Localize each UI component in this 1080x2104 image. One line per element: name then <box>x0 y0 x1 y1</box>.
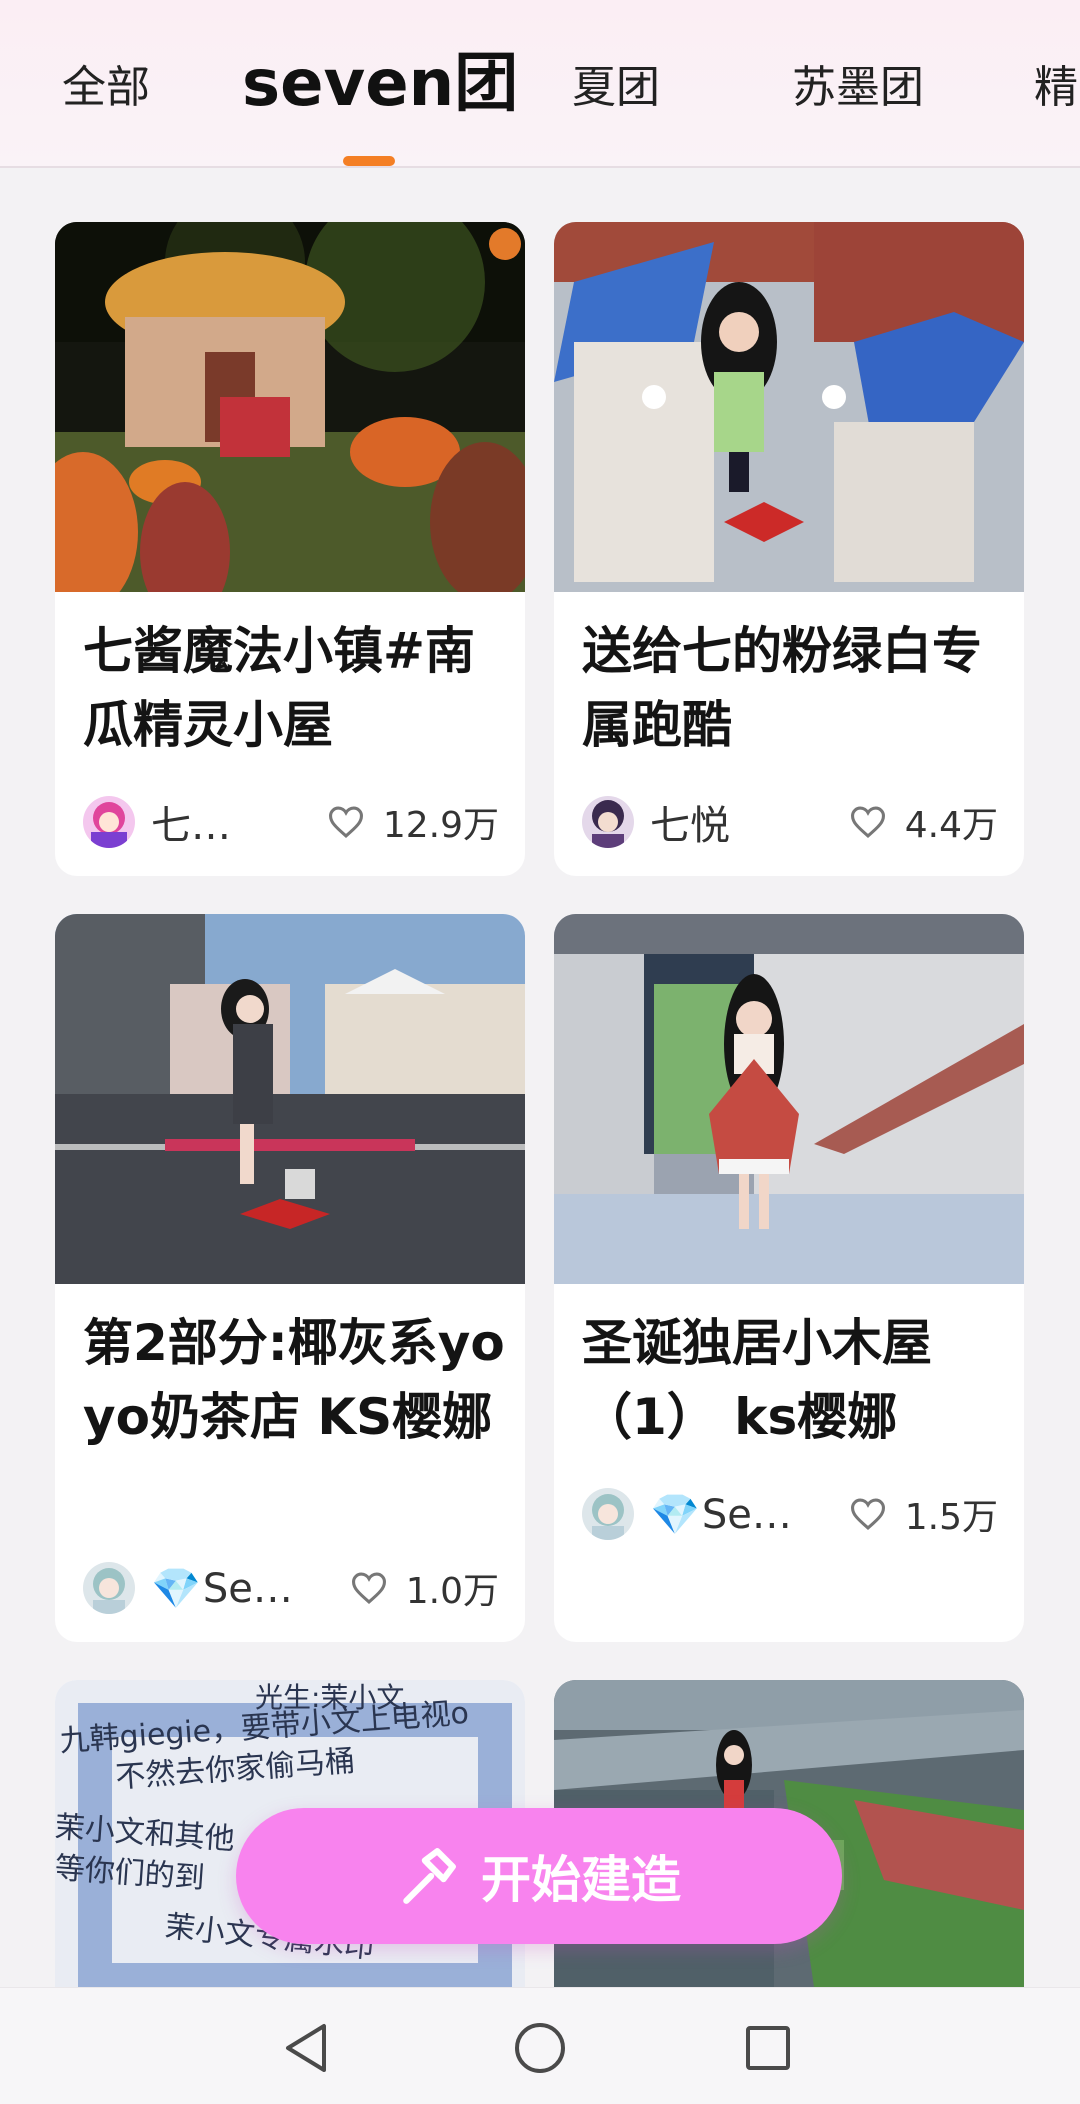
back-icon <box>286 2024 326 2072</box>
card-meta: 💎Se… 1.0万 <box>83 1558 499 1618</box>
anime-avatar-icon <box>582 796 634 848</box>
milk-tea-shop-street-scene-icon <box>55 914 525 1284</box>
recents-icon <box>746 2026 790 2070</box>
like-count-value: 1.0万 <box>405 1571 499 1612</box>
home-icon <box>515 2023 565 2073</box>
like-count-value: 1.5万 <box>904 1497 998 1538</box>
card-title: 第2部分:椰灰系yoyo奶茶店 KS樱娜 <box>83 1314 505 1446</box>
tab-all[interactable]: 全部 <box>62 52 150 124</box>
like-count[interactable]: 12.9万 <box>327 796 499 848</box>
nav-recents-button[interactable] <box>728 2008 808 2088</box>
card-meta: 七… 12.9万 <box>83 792 499 852</box>
heart-icon <box>328 806 363 838</box>
author-name-text: Se… <box>202 1565 293 1612</box>
author-avatar[interactable] <box>582 1488 634 1540</box>
card-thumbnail <box>55 914 525 1284</box>
active-tab-indicator <box>343 156 395 166</box>
diamond-icon: 💎 <box>650 1491 700 1538</box>
author-name[interactable]: 七… <box>151 793 231 851</box>
anime-avatar-icon <box>582 1488 634 1540</box>
author-avatar[interactable] <box>83 1562 135 1614</box>
creation-card[interactable]: 第2部分:椰灰系yoyo奶茶店 KS樱娜 💎Se… 1.0万 <box>55 914 525 1642</box>
author-name[interactable]: 💎Se… <box>151 1565 293 1612</box>
author-avatar[interactable] <box>83 796 135 848</box>
like-count-value: 4.4万 <box>904 805 998 846</box>
author-name[interactable]: 七悦 <box>650 793 730 851</box>
card-thumbnail <box>55 222 525 592</box>
category-tab-bar: 全部 seven团 夏团 苏墨团 精 <box>0 0 1080 168</box>
creation-card[interactable]: 圣诞独居小木屋（1） ks樱娜 💎Se… 1.5万 <box>554 914 1024 1642</box>
anime-avatar-icon <box>83 796 135 848</box>
card-thumbnail <box>554 222 1024 592</box>
tab-sumo-group[interactable]: 苏墨团 <box>792 52 924 124</box>
heart-icon <box>850 806 885 838</box>
card-thumbnail <box>554 914 1024 1284</box>
like-count[interactable]: 4.4万 <box>849 796 998 848</box>
card-meta: 七悦 4.4万 <box>582 792 998 852</box>
parkour-rooftop-scene-icon <box>554 222 1024 592</box>
anime-avatar-icon <box>83 1562 135 1614</box>
tab-seven-group[interactable]: seven团 <box>242 48 518 120</box>
author-name[interactable]: 💎Se… <box>650 1491 792 1538</box>
nav-home-button[interactable] <box>500 2008 580 2088</box>
creation-card[interactable]: 七酱魔法小镇#南瓜精灵小屋 七… 12.9万 <box>55 222 525 876</box>
like-count[interactable]: 1.5万 <box>849 1488 998 1540</box>
nav-back-button[interactable] <box>268 2008 348 2088</box>
wooden-cabin-interior-scene-icon <box>554 914 1024 1284</box>
hammer-icon <box>403 1848 456 1904</box>
like-count[interactable]: 1.0万 <box>350 1562 499 1614</box>
system-navigation-bar <box>0 1987 1080 2104</box>
tab-xia-group[interactable]: 夏团 <box>572 52 660 124</box>
diamond-icon: 💎 <box>151 1565 201 1612</box>
card-title: 圣诞独居小木屋（1） ks樱娜 <box>582 1314 932 1446</box>
heart-icon <box>850 1498 885 1530</box>
start-building-label: 开始建造 <box>481 1851 681 1909</box>
creation-card[interactable]: 送给七的粉绿白专属跑酷 七悦 4.4万 <box>554 222 1024 876</box>
pumpkin-house-scene-icon <box>55 222 525 592</box>
start-building-button[interactable]: 开始建造 <box>236 1808 842 1944</box>
card-meta: 💎Se… 1.5万 <box>582 1484 998 1544</box>
author-name-text: Se… <box>701 1491 792 1538</box>
like-count-value: 12.9万 <box>382 805 499 846</box>
card-title: 七酱魔法小镇#南瓜精灵小屋 <box>83 622 475 754</box>
tab-jing-partial[interactable]: 精 <box>1034 52 1078 124</box>
heart-icon <box>351 1572 386 1604</box>
card-title: 送给七的粉绿白专属跑酷 <box>582 622 982 754</box>
author-avatar[interactable] <box>582 796 634 848</box>
